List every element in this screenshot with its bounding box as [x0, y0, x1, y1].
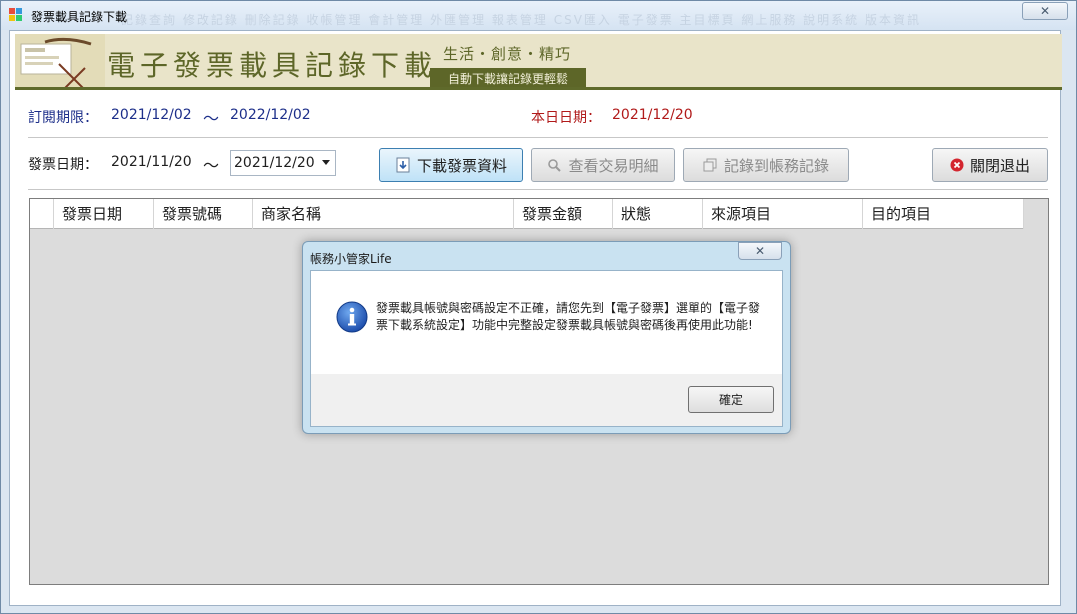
window-close-button[interactable]: ✕ — [1022, 2, 1068, 20]
record-to-ledger-button[interactable]: 記錄到帳務記錄 — [683, 148, 849, 182]
message-dialog: 帳務小管家Life ✕ 發票載具帳號與密碼設定不正確，請您先到【電子發票】選單的… — [302, 241, 791, 434]
magnifier-icon — [548, 158, 562, 172]
today-label: 本日日期： — [531, 110, 601, 126]
exit-button[interactable]: 關閉退出 — [932, 148, 1048, 182]
column-header[interactable]: 狀態 — [613, 199, 703, 229]
window-title: 發票載具記錄下載 — [31, 10, 128, 24]
invoice-date-start: 2021/11/20 — [111, 154, 192, 170]
invoice-date-label: 發票日期： — [28, 157, 98, 173]
invoice-date-tilde: ～ — [203, 156, 220, 175]
banner-slogan: 生活・創意・精巧 — [443, 45, 572, 63]
subscription-end: 2022/12/02 — [230, 107, 311, 123]
invoice-date-end-picker[interactable]: 2021/12/20 — [230, 150, 336, 176]
dialog-close-button[interactable]: ✕ — [738, 242, 782, 260]
close-icon: ✕ — [754, 244, 766, 258]
banner-logo-icon — [15, 34, 105, 87]
dialog-title: 帳務小管家Life — [310, 252, 392, 266]
column-header[interactable]: 發票日期 — [54, 199, 154, 229]
close-icon: ✕ — [1039, 4, 1051, 18]
title-bar[interactable]: 記錄查詢 修改記錄 刪除記錄 收帳管理 會計管理 外匯管理 報表管理 CSV匯入… — [1, 1, 1076, 30]
download-invoices-button[interactable]: 下載發票資料 — [379, 148, 523, 182]
copy-records-icon — [703, 158, 717, 171]
dialog-body: 發票載具帳號與密碼設定不正確，請您先到【電子發票】選單的【電子發票下載系統設定】… — [310, 270, 783, 427]
grid-row-header[interactable] — [30, 199, 54, 229]
view-details-button[interactable]: 查看交易明細 — [531, 148, 675, 182]
column-header[interactable]: 發票金額 — [514, 199, 613, 229]
banner: 電子發票載具記錄下載 生活・創意・精巧 自動下載讓記錄更輕鬆 — [15, 34, 1062, 90]
grid-header: 發票日期 發票號碼 商家名稱 發票金額 狀態 來源項目 目的項目 — [30, 199, 1024, 229]
divider-middle — [28, 189, 1048, 190]
background-menu-ghost: 記錄查詢 修改記錄 刪除記錄 收帳管理 會計管理 外匯管理 報表管理 CSV匯入… — [121, 13, 921, 27]
download-icon — [396, 157, 410, 173]
app-icon — [9, 8, 22, 21]
column-header[interactable]: 來源項目 — [703, 199, 863, 229]
download-invoices-label: 下載發票資料 — [416, 156, 507, 175]
ok-button[interactable]: 確定 — [688, 386, 774, 413]
exit-label: 關閉退出 — [969, 156, 1030, 175]
chevron-down-icon[interactable] — [322, 160, 330, 165]
dialog-footer: 確定 — [311, 374, 782, 426]
invoice-date-end-value: 2021/12/20 — [234, 155, 315, 171]
view-details-label: 查看交易明細 — [568, 156, 659, 175]
info-icon — [336, 301, 368, 333]
subscription-start: 2021/12/02 — [111, 107, 192, 123]
subscription-tilde: ～ — [203, 109, 220, 128]
column-header[interactable]: 商家名稱 — [253, 199, 514, 229]
today-value: 2021/12/20 — [612, 107, 693, 123]
dialog-message: 發票載具帳號與密碼設定不正確，請您先到【電子發票】選單的【電子發票下載系統設定】… — [376, 301, 761, 332]
banner-tag: 自動下載讓記錄更輕鬆 — [430, 68, 586, 87]
subscription-label: 訂閱期限： — [28, 110, 98, 126]
column-header[interactable]: 發票號碼 — [154, 199, 253, 229]
record-to-ledger-label: 記錄到帳務記錄 — [723, 156, 829, 175]
divider-top — [28, 137, 1048, 138]
close-circle-icon — [950, 158, 964, 172]
column-header[interactable]: 目的項目 — [863, 199, 1024, 229]
banner-title: 電子發票載具記錄下載 — [107, 49, 438, 82]
